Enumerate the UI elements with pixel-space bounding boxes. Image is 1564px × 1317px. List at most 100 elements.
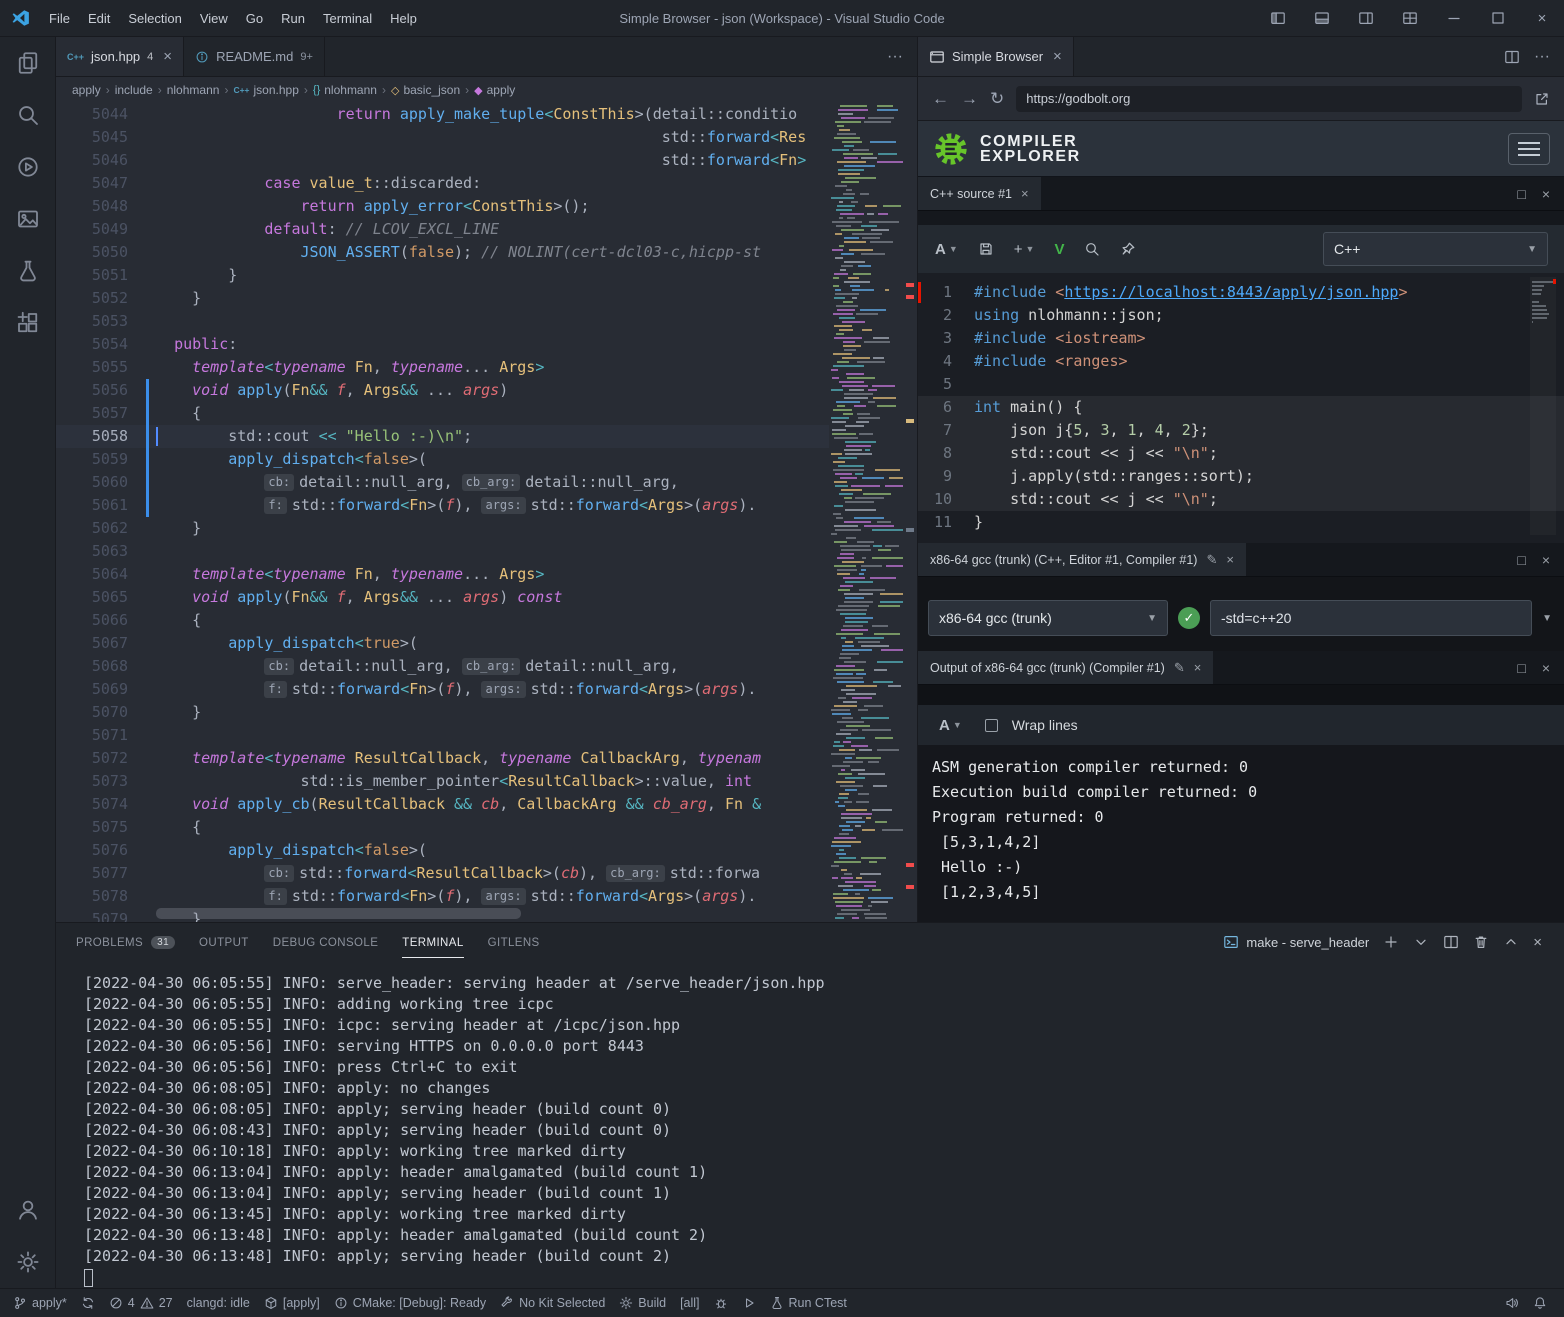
source-pane-tab[interactable]: C++ source #1 ×: [918, 177, 1041, 210]
status-cmake-launch[interactable]: [735, 1289, 763, 1317]
back-icon[interactable]: ←: [932, 89, 949, 109]
vim-mode-button[interactable]: V: [1045, 225, 1073, 273]
save-button[interactable]: [969, 225, 1003, 273]
code-line-5061[interactable]: 5061 f:std::forward<Fn>(f), args:std::fo…: [56, 494, 917, 517]
breadcrumb-nlohmann[interactable]: {}nlohmann: [313, 83, 377, 97]
split-terminal-icon[interactable]: [1443, 934, 1459, 950]
chevron-down-icon[interactable]: ▼: [1542, 613, 1554, 624]
more-actions-icon[interactable]: ···: [1534, 48, 1550, 66]
activity-item-settings[interactable]: [0, 1236, 56, 1288]
maximize-pane-icon[interactable]: □: [1517, 186, 1525, 202]
reload-icon[interactable]: ↻: [990, 89, 1004, 109]
code-line-5048[interactable]: 5048 return apply_error<ConstThis>();: [56, 195, 917, 218]
code-line-5067[interactable]: 5067 apply_dispatch<true>(: [56, 632, 917, 655]
code-line-5057[interactable]: 5057 {: [56, 402, 917, 425]
breadcrumb-nlohmann[interactable]: nlohmann: [167, 83, 220, 97]
code-line-5055[interactable]: 5055 template<typename Fn, typename... A…: [56, 356, 917, 379]
source-line-10[interactable]: 10 std::cout << j << "\n";: [918, 488, 1564, 511]
close-icon[interactable]: ×: [1021, 186, 1029, 201]
close-pane-icon[interactable]: ×: [1542, 660, 1550, 676]
terminal-dropdown-icon[interactable]: [1413, 934, 1429, 950]
menu-file[interactable]: File: [40, 0, 79, 37]
customize-layout-icon[interactable]: [1388, 0, 1432, 37]
status-problems[interactable]: 427: [102, 1289, 180, 1317]
maximize-pane-icon[interactable]: □: [1517, 552, 1525, 568]
horizontal-scrollbar[interactable]: [156, 908, 521, 919]
activity-item-run-debug[interactable]: [0, 141, 56, 193]
panel-tab-gitlens[interactable]: GITLENS: [476, 923, 552, 961]
pin-button[interactable]: [1111, 225, 1145, 273]
breadcrumb-include[interactable]: include: [115, 83, 153, 97]
source-line-4[interactable]: 4#include <ranges>: [918, 350, 1564, 373]
code-line-5047[interactable]: 5047 case value_t::discarded:: [56, 172, 917, 195]
open-external-icon[interactable]: [1534, 91, 1550, 107]
source-minimap[interactable]: [1530, 277, 1556, 535]
forward-icon[interactable]: →: [961, 89, 978, 109]
search-button[interactable]: [1075, 225, 1109, 273]
source-line-7[interactable]: 7 json j{5, 3, 1, 4, 2};: [918, 419, 1564, 442]
activity-item-extensions[interactable]: [0, 297, 56, 349]
activity-item-testing[interactable]: [0, 245, 56, 297]
compiler-options-input[interactable]: [1210, 600, 1532, 636]
status-git-branch[interactable]: apply*: [6, 1289, 74, 1317]
menu-run[interactable]: Run: [272, 0, 314, 37]
panel-tab-debug-console[interactable]: DEBUG CONSOLE: [261, 923, 391, 961]
activity-item-search[interactable]: [0, 89, 56, 141]
source-line-11[interactable]: 11}: [918, 511, 1564, 534]
code-line-5054[interactable]: 5054 public:: [56, 333, 917, 356]
close-icon[interactable]: ×: [1053, 48, 1062, 65]
code-line-5076[interactable]: 5076 apply_dispatch<false>(: [56, 839, 917, 862]
code-line-5046[interactable]: 5046 std::forward<Fn>: [56, 149, 917, 172]
source-line-3[interactable]: 3#include <iostream>: [918, 327, 1564, 350]
code-line-5078[interactable]: 5078 f:std::forward<Fn>(f), args:std::fo…: [56, 885, 917, 908]
status-cmake-build[interactable]: Build: [612, 1289, 673, 1317]
status-clangd-status[interactable]: clangd: idle: [180, 1289, 257, 1317]
code-line-5074[interactable]: 5074 void apply_cb(ResultCallback && cb,…: [56, 793, 917, 816]
terminal-select[interactable]: make - serve_header: [1223, 934, 1369, 950]
editor-tab-json.hpp[interactable]: C++json.hpp4×: [56, 37, 184, 76]
code-line-5051[interactable]: 5051 }: [56, 264, 917, 287]
close-icon[interactable]: ×: [1226, 552, 1234, 567]
menu-view[interactable]: View: [191, 0, 237, 37]
wrap-lines-checkbox[interactable]: [985, 719, 998, 732]
menu-hamburger-icon[interactable]: [1508, 133, 1550, 165]
menu-edit[interactable]: Edit: [79, 0, 119, 37]
code-line-5064[interactable]: 5064 template<typename Fn, typename... A…: [56, 563, 917, 586]
compiler-select[interactable]: x86-64 gcc (trunk) ▼: [928, 600, 1168, 636]
breadcrumb-apply[interactable]: apply: [72, 83, 101, 97]
menu-go[interactable]: Go: [237, 0, 272, 37]
split-editor-icon[interactable]: [1504, 49, 1520, 65]
source-line-6[interactable]: 6int main() {: [918, 396, 1564, 419]
status-sync[interactable]: [74, 1289, 102, 1317]
window-close-icon[interactable]: ×: [1520, 0, 1564, 37]
code-line-5044[interactable]: 5044 return apply_make_tuple<ConstThis>(…: [56, 103, 917, 126]
close-icon[interactable]: ×: [1194, 660, 1202, 675]
layout-sidebar-right-icon[interactable]: [1344, 0, 1388, 37]
code-line-5072[interactable]: 5072 template<typename ResultCallback, t…: [56, 747, 917, 770]
status-cmake-kit[interactable]: No Kit Selected: [493, 1289, 612, 1317]
source-editor[interactable]: 1#include <https://localhost:8443/apply/…: [918, 273, 1564, 543]
close-pane-icon[interactable]: ×: [1542, 552, 1550, 568]
code-editor[interactable]: 5044 return apply_make_tuple<ConstThis>(…: [56, 103, 917, 922]
compiler-pane-tab[interactable]: x86-64 gcc (trunk) (C++, Editor #1, Comp…: [918, 543, 1246, 576]
code-line-5066[interactable]: 5066 {: [56, 609, 917, 632]
language-select[interactable]: C++ ▼: [1323, 232, 1548, 266]
maximize-pane-icon[interactable]: □: [1517, 660, 1525, 676]
panel-tab-output[interactable]: OUTPUT: [187, 923, 261, 961]
menu-selection[interactable]: Selection: [119, 0, 190, 37]
status-notifications[interactable]: [1526, 1289, 1554, 1317]
window-minimize-icon[interactable]: [1432, 0, 1476, 37]
breadcrumb-json.hpp[interactable]: C++json.hpp: [233, 83, 298, 97]
window-maximize-icon[interactable]: [1476, 0, 1520, 37]
close-panel-icon[interactable]: ×: [1533, 934, 1542, 951]
font-size-button[interactable]: A▼: [930, 705, 971, 745]
maximize-panel-icon[interactable]: [1503, 934, 1519, 950]
code-line-5069[interactable]: 5069 f:std::forward<Fn>(f), args:std::fo…: [56, 678, 917, 701]
more-actions-icon[interactable]: ···: [887, 48, 903, 66]
url-input[interactable]: [1016, 86, 1522, 112]
code-line-5071[interactable]: 5071: [56, 724, 917, 747]
close-tab-icon[interactable]: ×: [163, 48, 172, 65]
layout-sidebar-left-icon[interactable]: [1256, 0, 1300, 37]
status-cmake-status[interactable]: CMake: [Debug]: Ready: [327, 1289, 493, 1317]
output-pane-tab[interactable]: Output of x86-64 gcc (trunk) (Compiler #…: [918, 651, 1213, 684]
